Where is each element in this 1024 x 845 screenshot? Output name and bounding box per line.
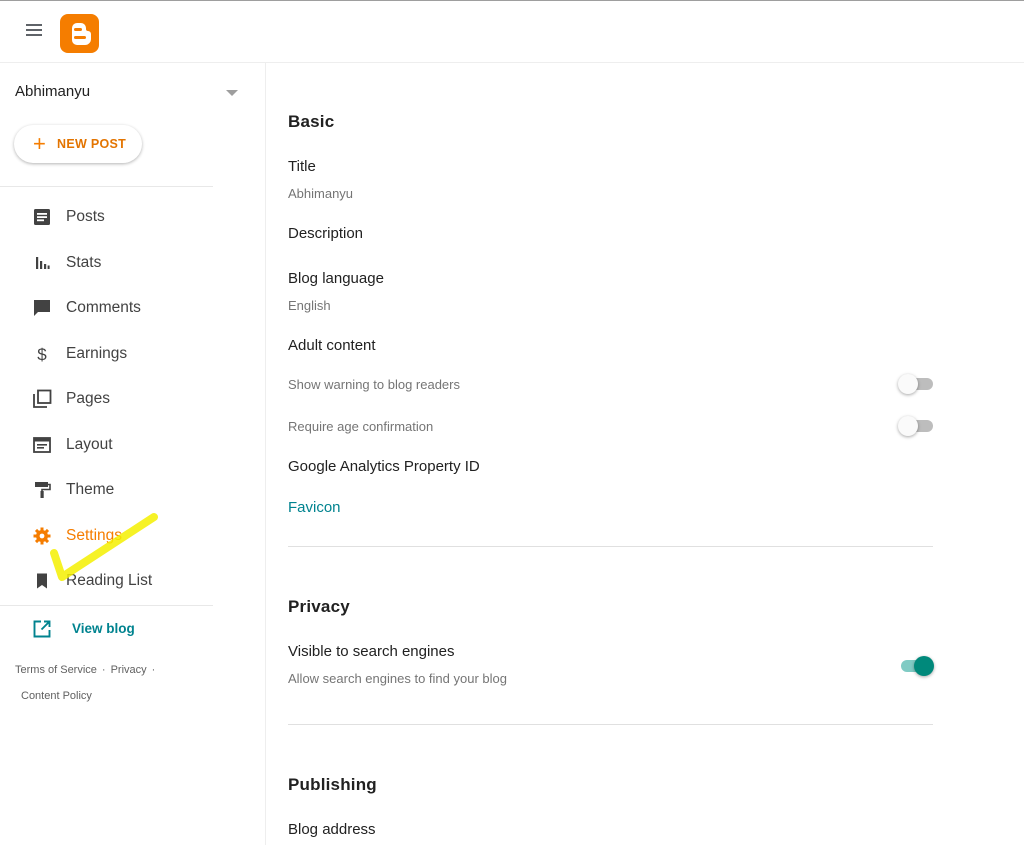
posts-icon xyxy=(34,209,50,225)
visible-search-engines-toggle[interactable] xyxy=(898,656,934,676)
sidebar-item-label: Layout xyxy=(66,436,113,453)
visible-search-engines-sub: Allow search engines to find your blog xyxy=(288,671,507,686)
sidebar-item-label: Comments xyxy=(66,299,141,316)
age-confirmation-label: Require age confirmation xyxy=(288,419,434,434)
sidebar-item-layout[interactable]: Layout xyxy=(0,425,265,465)
show-warning-toggle[interactable] xyxy=(898,374,934,394)
blogger-logo-icon[interactable] xyxy=(60,14,99,53)
sidebar-item-settings[interactable]: Settings xyxy=(0,516,265,556)
privacy-link[interactable]: Privacy xyxy=(111,664,147,676)
sidebar-item-label: Earnings xyxy=(66,345,128,362)
title-setting[interactable]: Title xyxy=(288,158,316,175)
section-title-publishing: Publishing xyxy=(288,775,377,794)
plus-icon: + xyxy=(33,131,46,156)
section-divider xyxy=(288,546,933,547)
blog-address-setting[interactable]: Blog address xyxy=(288,821,376,838)
sidebar-item-posts[interactable]: Posts xyxy=(0,197,265,237)
view-blog-label: View blog xyxy=(72,621,135,636)
sidebar-item-earnings[interactable]: $ Earnings xyxy=(0,334,265,374)
sidebar-item-pages[interactable]: Pages xyxy=(0,379,265,419)
adult-content-heading: Adult content xyxy=(288,337,376,354)
sidebar-divider xyxy=(0,186,213,187)
comment-icon xyxy=(34,300,50,316)
age-confirmation-toggle[interactable] xyxy=(898,416,934,436)
sidebar: Abhimanyu + NEW POST Posts Stats Comment… xyxy=(0,63,266,845)
sidebar-item-label: Posts xyxy=(66,208,105,225)
content-policy-link[interactable]: Content Policy xyxy=(21,690,92,702)
hamburger-menu-icon[interactable] xyxy=(24,23,44,39)
sidebar-item-reading-list[interactable]: Reading List xyxy=(0,561,265,601)
pages-icon xyxy=(33,389,52,408)
sidebar-divider xyxy=(0,605,213,606)
sidebar-footer: Terms of Service · Privacy · Content Policy xyxy=(15,664,156,702)
gear-icon xyxy=(33,527,51,545)
sidebar-item-label: Stats xyxy=(66,254,102,271)
sidebar-item-label: Settings xyxy=(66,527,123,544)
sidebar-item-stats[interactable]: Stats xyxy=(0,243,265,283)
blog-language-setting[interactable]: Blog language xyxy=(288,270,384,287)
svg-text:$: $ xyxy=(37,345,47,364)
sidebar-item-label: Reading List xyxy=(66,572,153,589)
section-divider xyxy=(288,724,933,725)
description-setting[interactable]: Description xyxy=(288,225,363,242)
dollar-icon: $ xyxy=(37,345,47,364)
section-title-privacy: Privacy xyxy=(288,597,350,616)
title-value: Abhimanyu xyxy=(288,186,354,201)
visible-search-engines-label: Visible to search engines xyxy=(288,643,455,660)
sidebar-item-label: Pages xyxy=(66,390,110,407)
bookmark-icon xyxy=(37,573,47,589)
sidebar-item-label: Theme xyxy=(66,481,115,498)
blog-language-value: English xyxy=(288,298,331,313)
sidebar-item-theme[interactable]: Theme xyxy=(0,470,265,510)
favicon-link[interactable]: Favicon xyxy=(288,499,341,516)
settings-main: Basic Title Abhimanyu Description Blog l… xyxy=(266,63,1024,845)
terms-link[interactable]: Terms of Service xyxy=(15,664,97,676)
show-warning-label: Show warning to blog readers xyxy=(288,377,460,392)
blog-name: Abhimanyu xyxy=(15,83,91,100)
sidebar-item-comments[interactable]: Comments xyxy=(0,288,265,328)
section-title-basic: Basic xyxy=(288,112,335,131)
paint-roller-icon xyxy=(35,482,51,498)
top-app-bar xyxy=(0,1,1024,63)
new-post-button[interactable]: + NEW POST xyxy=(14,125,142,163)
new-post-label: NEW POST xyxy=(57,137,127,151)
stats-icon xyxy=(36,257,50,269)
blog-selector[interactable]: Abhimanyu xyxy=(15,81,245,103)
layout-icon xyxy=(33,437,51,453)
view-blog-link[interactable]: View blog xyxy=(0,610,213,646)
analytics-setting[interactable]: Google Analytics Property ID xyxy=(288,458,480,475)
caret-down-icon xyxy=(226,90,238,96)
open-in-new-icon xyxy=(33,620,51,638)
